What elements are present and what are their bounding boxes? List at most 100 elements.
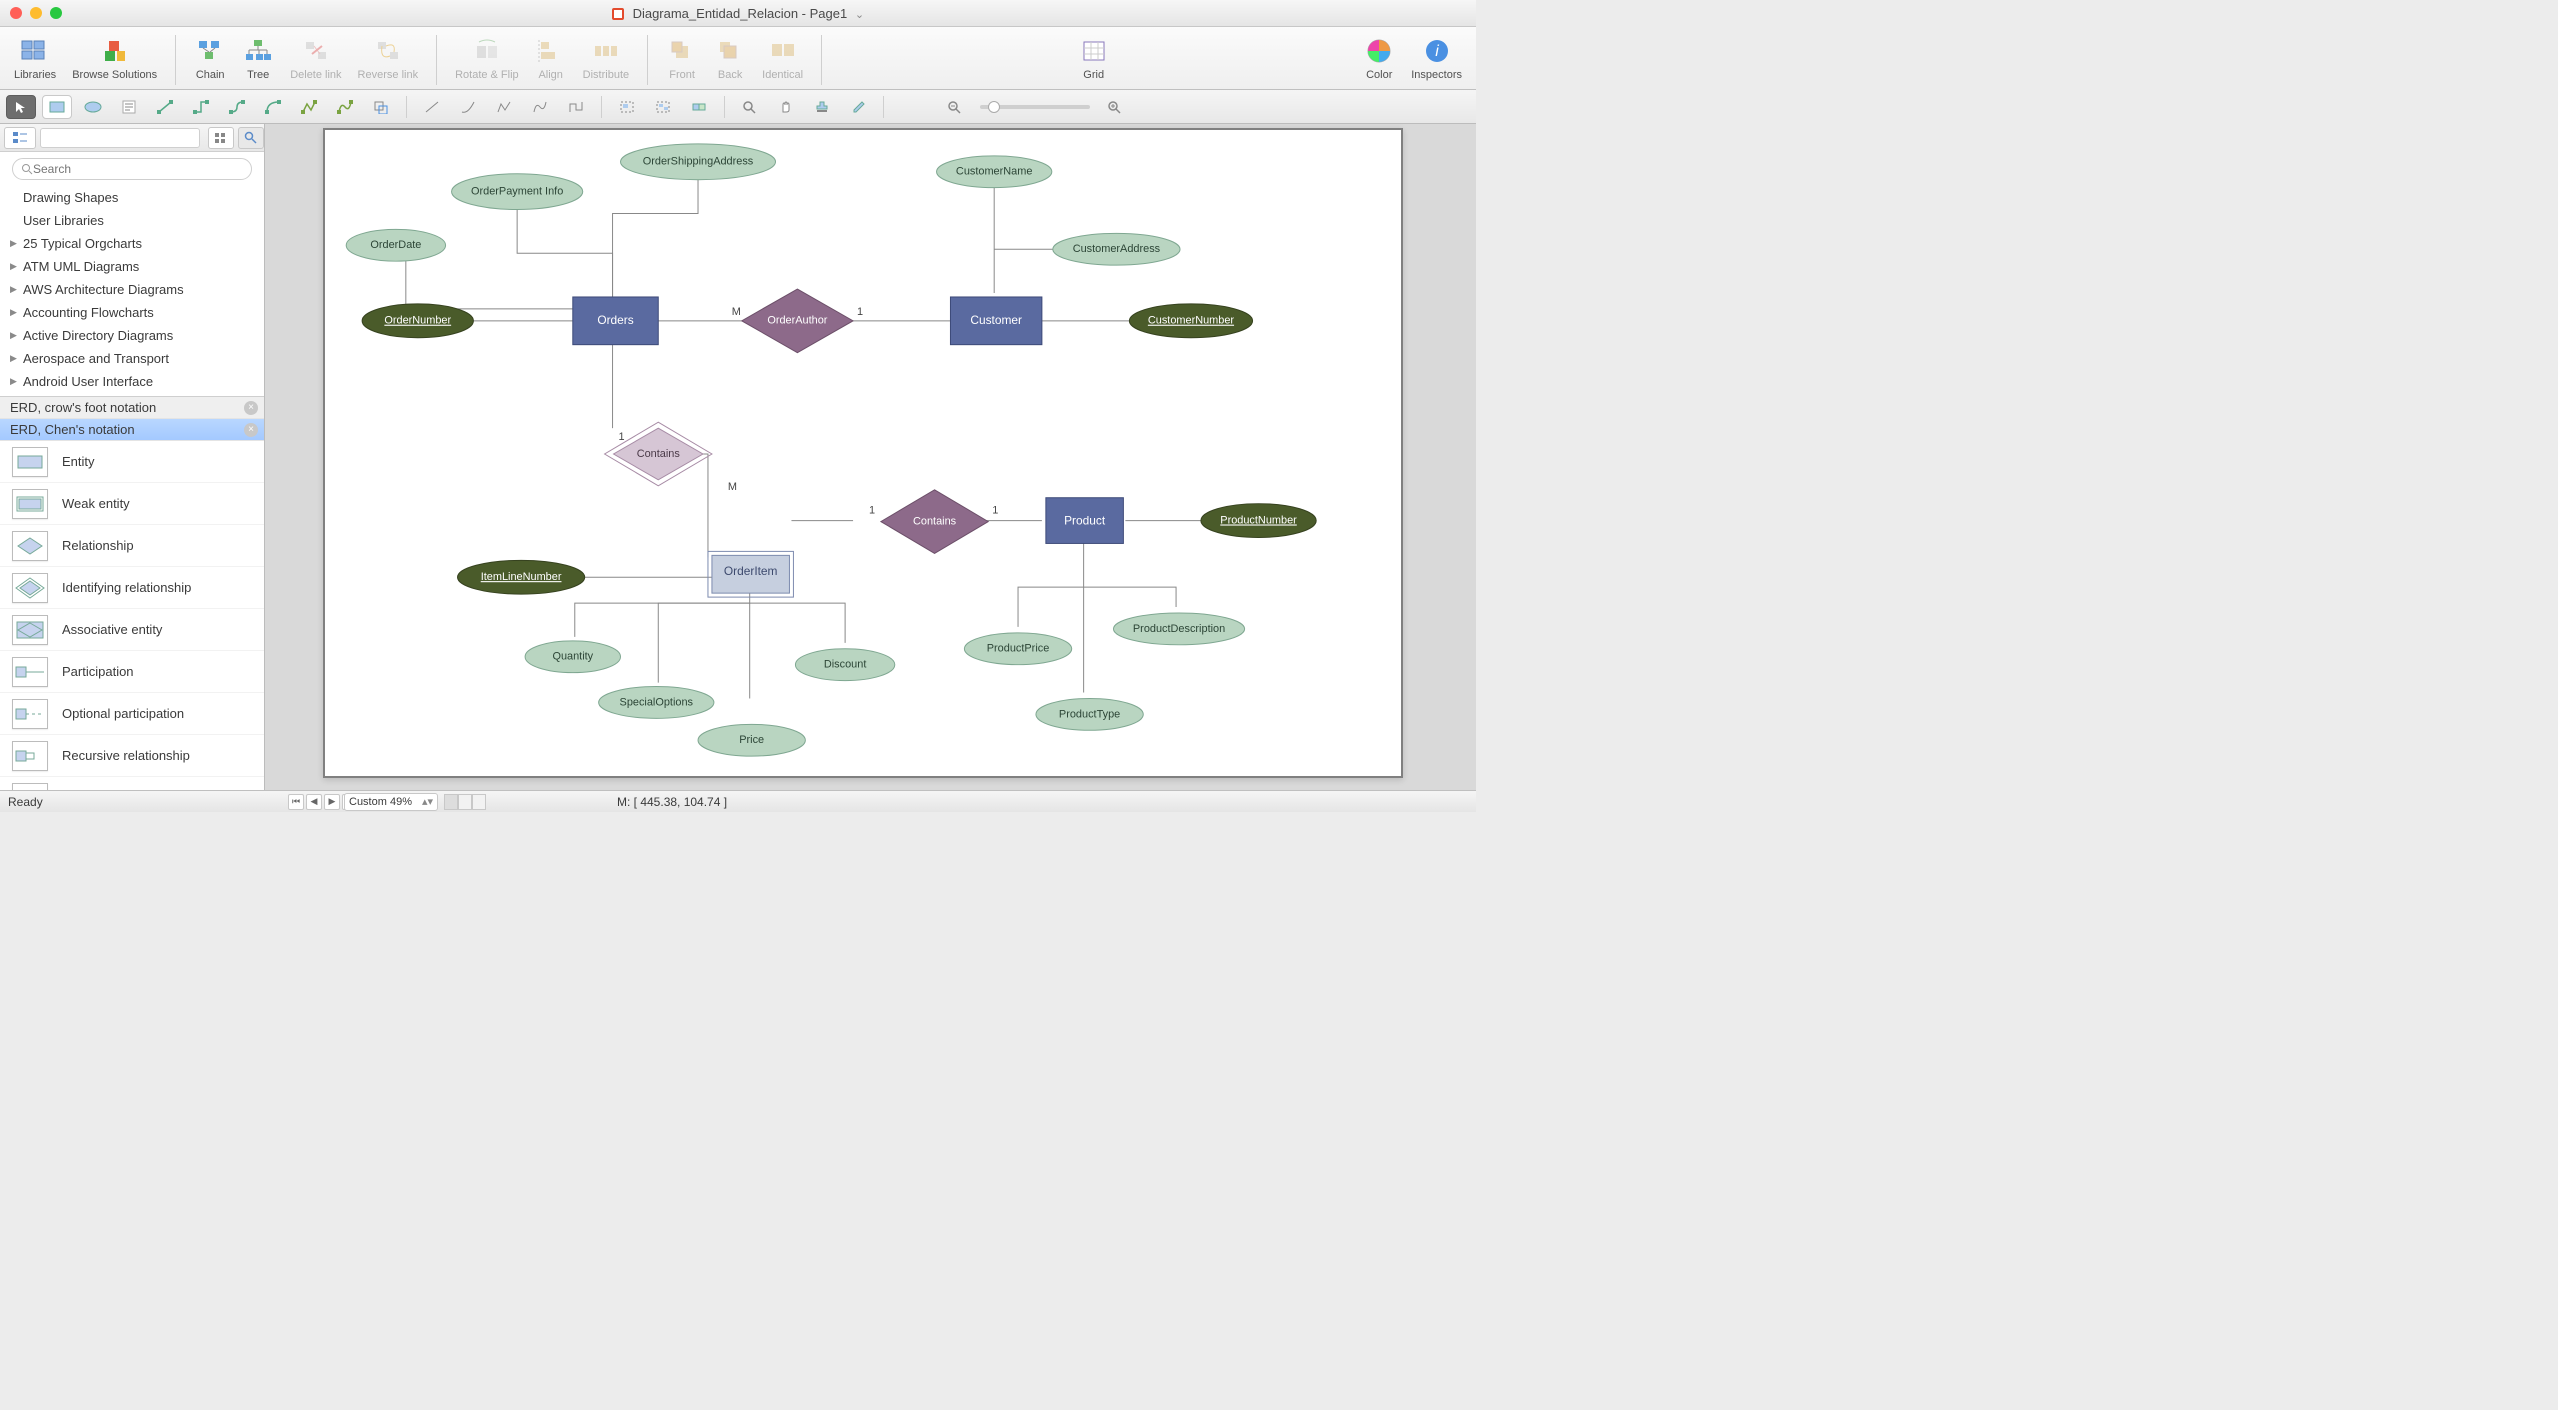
minimize-button[interactable] xyxy=(30,7,42,19)
group-tool-3[interactable] xyxy=(684,95,714,119)
sidebar-search[interactable] xyxy=(12,158,252,180)
inspectors-button[interactable]: iInspectors xyxy=(1405,31,1468,83)
library-row[interactable]: ▶AWS Architecture Diagrams xyxy=(0,278,264,301)
palette-item[interactable]: Optional participation xyxy=(0,693,264,735)
library-row[interactable]: ▶Aerospace and Transport xyxy=(0,347,264,370)
library-row[interactable]: ▶ATM UML Diagrams xyxy=(0,255,264,278)
sidebar-tab-tree[interactable] xyxy=(4,127,36,149)
open-library-tabs: ERD, crow's foot notation× ERD, Chen's n… xyxy=(0,396,264,441)
diagram-page[interactable]: OrderDate OrderPayment Info OrderShippin… xyxy=(323,128,1403,778)
entity-product[interactable]: Product xyxy=(1046,498,1124,544)
sidebar-view-grid[interactable] xyxy=(208,127,234,149)
library-row[interactable]: User Libraries xyxy=(0,209,264,232)
key-productnumber[interactable]: ProductNumber xyxy=(1201,504,1316,538)
stamp-tool[interactable] xyxy=(807,95,837,119)
palette-item[interactable]: Entity xyxy=(0,441,264,483)
attr-customeraddress[interactable]: CustomerAddress xyxy=(1053,233,1180,265)
tree-button[interactable]: Tree xyxy=(236,31,280,83)
line-tool-5[interactable] xyxy=(561,95,591,119)
entity-icon xyxy=(12,447,48,477)
attr-orderdate[interactable]: OrderDate xyxy=(346,229,445,261)
zoom-slider[interactable] xyxy=(980,105,1090,109)
zoom-select[interactable]: Custom 49%▴▾ xyxy=(344,793,438,811)
line-tool-1[interactable] xyxy=(417,95,447,119)
sidebar-filter-input[interactable] xyxy=(40,128,200,148)
svg-text:Quantity: Quantity xyxy=(552,651,593,663)
svg-text:OrderPayment Info: OrderPayment Info xyxy=(471,186,563,198)
entity-orderitem[interactable]: OrderItem xyxy=(708,551,793,597)
ellipse-tool[interactable] xyxy=(78,95,108,119)
palette-item[interactable]: Recursive relationship xyxy=(0,735,264,777)
attr-specialoptions[interactable]: SpecialOptions xyxy=(599,687,714,719)
connector-tool-1[interactable] xyxy=(150,95,180,119)
sidebar-view-search[interactable] xyxy=(238,127,264,149)
hand-tool[interactable] xyxy=(771,95,801,119)
attr-productdescription[interactable]: ProductDescription xyxy=(1113,613,1244,645)
key-ordernumber[interactable]: OrderNumber xyxy=(362,304,473,338)
library-row[interactable]: ▶Android User Interface xyxy=(0,370,264,393)
key-itemlinenumber[interactable]: ItemLineNumber xyxy=(458,560,585,594)
rect-tool[interactable] xyxy=(42,95,72,119)
workspace: Drawing Shapes User Libraries ▶25 Typica… xyxy=(0,124,1476,790)
connector-tool-5[interactable] xyxy=(294,95,324,119)
palette-item[interactable]: Weak entity xyxy=(0,483,264,525)
group-tool-2[interactable] xyxy=(648,95,678,119)
canvas-scroll[interactable]: OrderDate OrderPayment Info OrderShippin… xyxy=(265,124,1476,790)
library-tab-selected[interactable]: ERD, Chen's notation× xyxy=(0,419,264,441)
title-dropdown-icon[interactable]: ⌄ xyxy=(855,9,864,21)
group-tool-1[interactable] xyxy=(612,95,642,119)
attr-producttype[interactable]: ProductType xyxy=(1036,698,1143,730)
maximize-button[interactable] xyxy=(50,7,62,19)
page-first[interactable]: ⏮ xyxy=(288,794,304,810)
connector-tool-3[interactable] xyxy=(222,95,252,119)
line-tool-3[interactable] xyxy=(489,95,519,119)
attr-productprice[interactable]: ProductPrice xyxy=(964,633,1071,665)
palette-item[interactable]: Participation xyxy=(0,651,264,693)
line-tool-4[interactable] xyxy=(525,95,555,119)
attr-ordershipping[interactable]: OrderShippingAddress xyxy=(621,144,776,180)
attr-orderpayment[interactable]: OrderPayment Info xyxy=(452,174,583,210)
page-prev[interactable]: ◀ xyxy=(306,794,322,810)
connector-tool-2[interactable] xyxy=(186,95,216,119)
sidebar-search-input[interactable] xyxy=(33,162,243,176)
entity-orders[interactable]: Orders xyxy=(573,297,658,345)
library-tab[interactable]: ERD, crow's foot notation× xyxy=(0,397,264,419)
browse-solutions-button[interactable]: Browse Solutions xyxy=(66,31,163,83)
eyedropper-tool[interactable] xyxy=(843,95,873,119)
grid-button[interactable]: Grid xyxy=(1072,31,1116,83)
relationship-icon xyxy=(12,531,48,561)
page-thumbs[interactable] xyxy=(444,794,486,810)
zoom-tool[interactable] xyxy=(735,95,765,119)
connector-tool-4[interactable] xyxy=(258,95,288,119)
library-row[interactable]: Drawing Shapes xyxy=(0,186,264,209)
attr-customername[interactable]: CustomerName xyxy=(937,156,1052,188)
zoom-in-button[interactable] xyxy=(1100,95,1130,119)
line-tool-2[interactable] xyxy=(453,95,483,119)
palette-item[interactable]: Relationship xyxy=(0,525,264,567)
entity-customer[interactable]: Customer xyxy=(950,297,1041,345)
libraries-button[interactable]: Libraries xyxy=(8,31,62,83)
close-button[interactable] xyxy=(10,7,22,19)
palette-item[interactable]: Identifying relationship xyxy=(0,567,264,609)
text-tool[interactable] xyxy=(114,95,144,119)
close-icon[interactable]: × xyxy=(244,423,258,437)
page-next[interactable]: ▶ xyxy=(324,794,340,810)
zoom-out-button[interactable] xyxy=(940,95,970,119)
palette-item[interactable]: Attribute xyxy=(0,777,264,790)
attr-discount[interactable]: Discount xyxy=(795,649,894,681)
close-icon[interactable]: × xyxy=(244,401,258,415)
color-button[interactable]: Color xyxy=(1357,31,1401,83)
key-customernumber[interactable]: CustomerNumber xyxy=(1129,304,1252,338)
library-row[interactable]: ▶25 Typical Orgcharts xyxy=(0,232,264,255)
pointer-tool[interactable] xyxy=(6,95,36,119)
connector-tool-6[interactable] xyxy=(330,95,360,119)
crop-tool[interactable] xyxy=(366,95,396,119)
attr-price[interactable]: Price xyxy=(698,724,805,756)
library-row[interactable]: ▶Active Directory Diagrams xyxy=(0,324,264,347)
palette-item[interactable]: Associative entity xyxy=(0,609,264,651)
attr-quantity[interactable]: Quantity xyxy=(525,641,620,673)
library-row[interactable]: ▶Accounting Flowcharts xyxy=(0,301,264,324)
chain-button[interactable]: Chain xyxy=(188,31,232,83)
rel-orderauthor[interactable]: OrderAuthor xyxy=(742,289,853,353)
rel-contains-2[interactable]: Contains xyxy=(881,490,988,554)
